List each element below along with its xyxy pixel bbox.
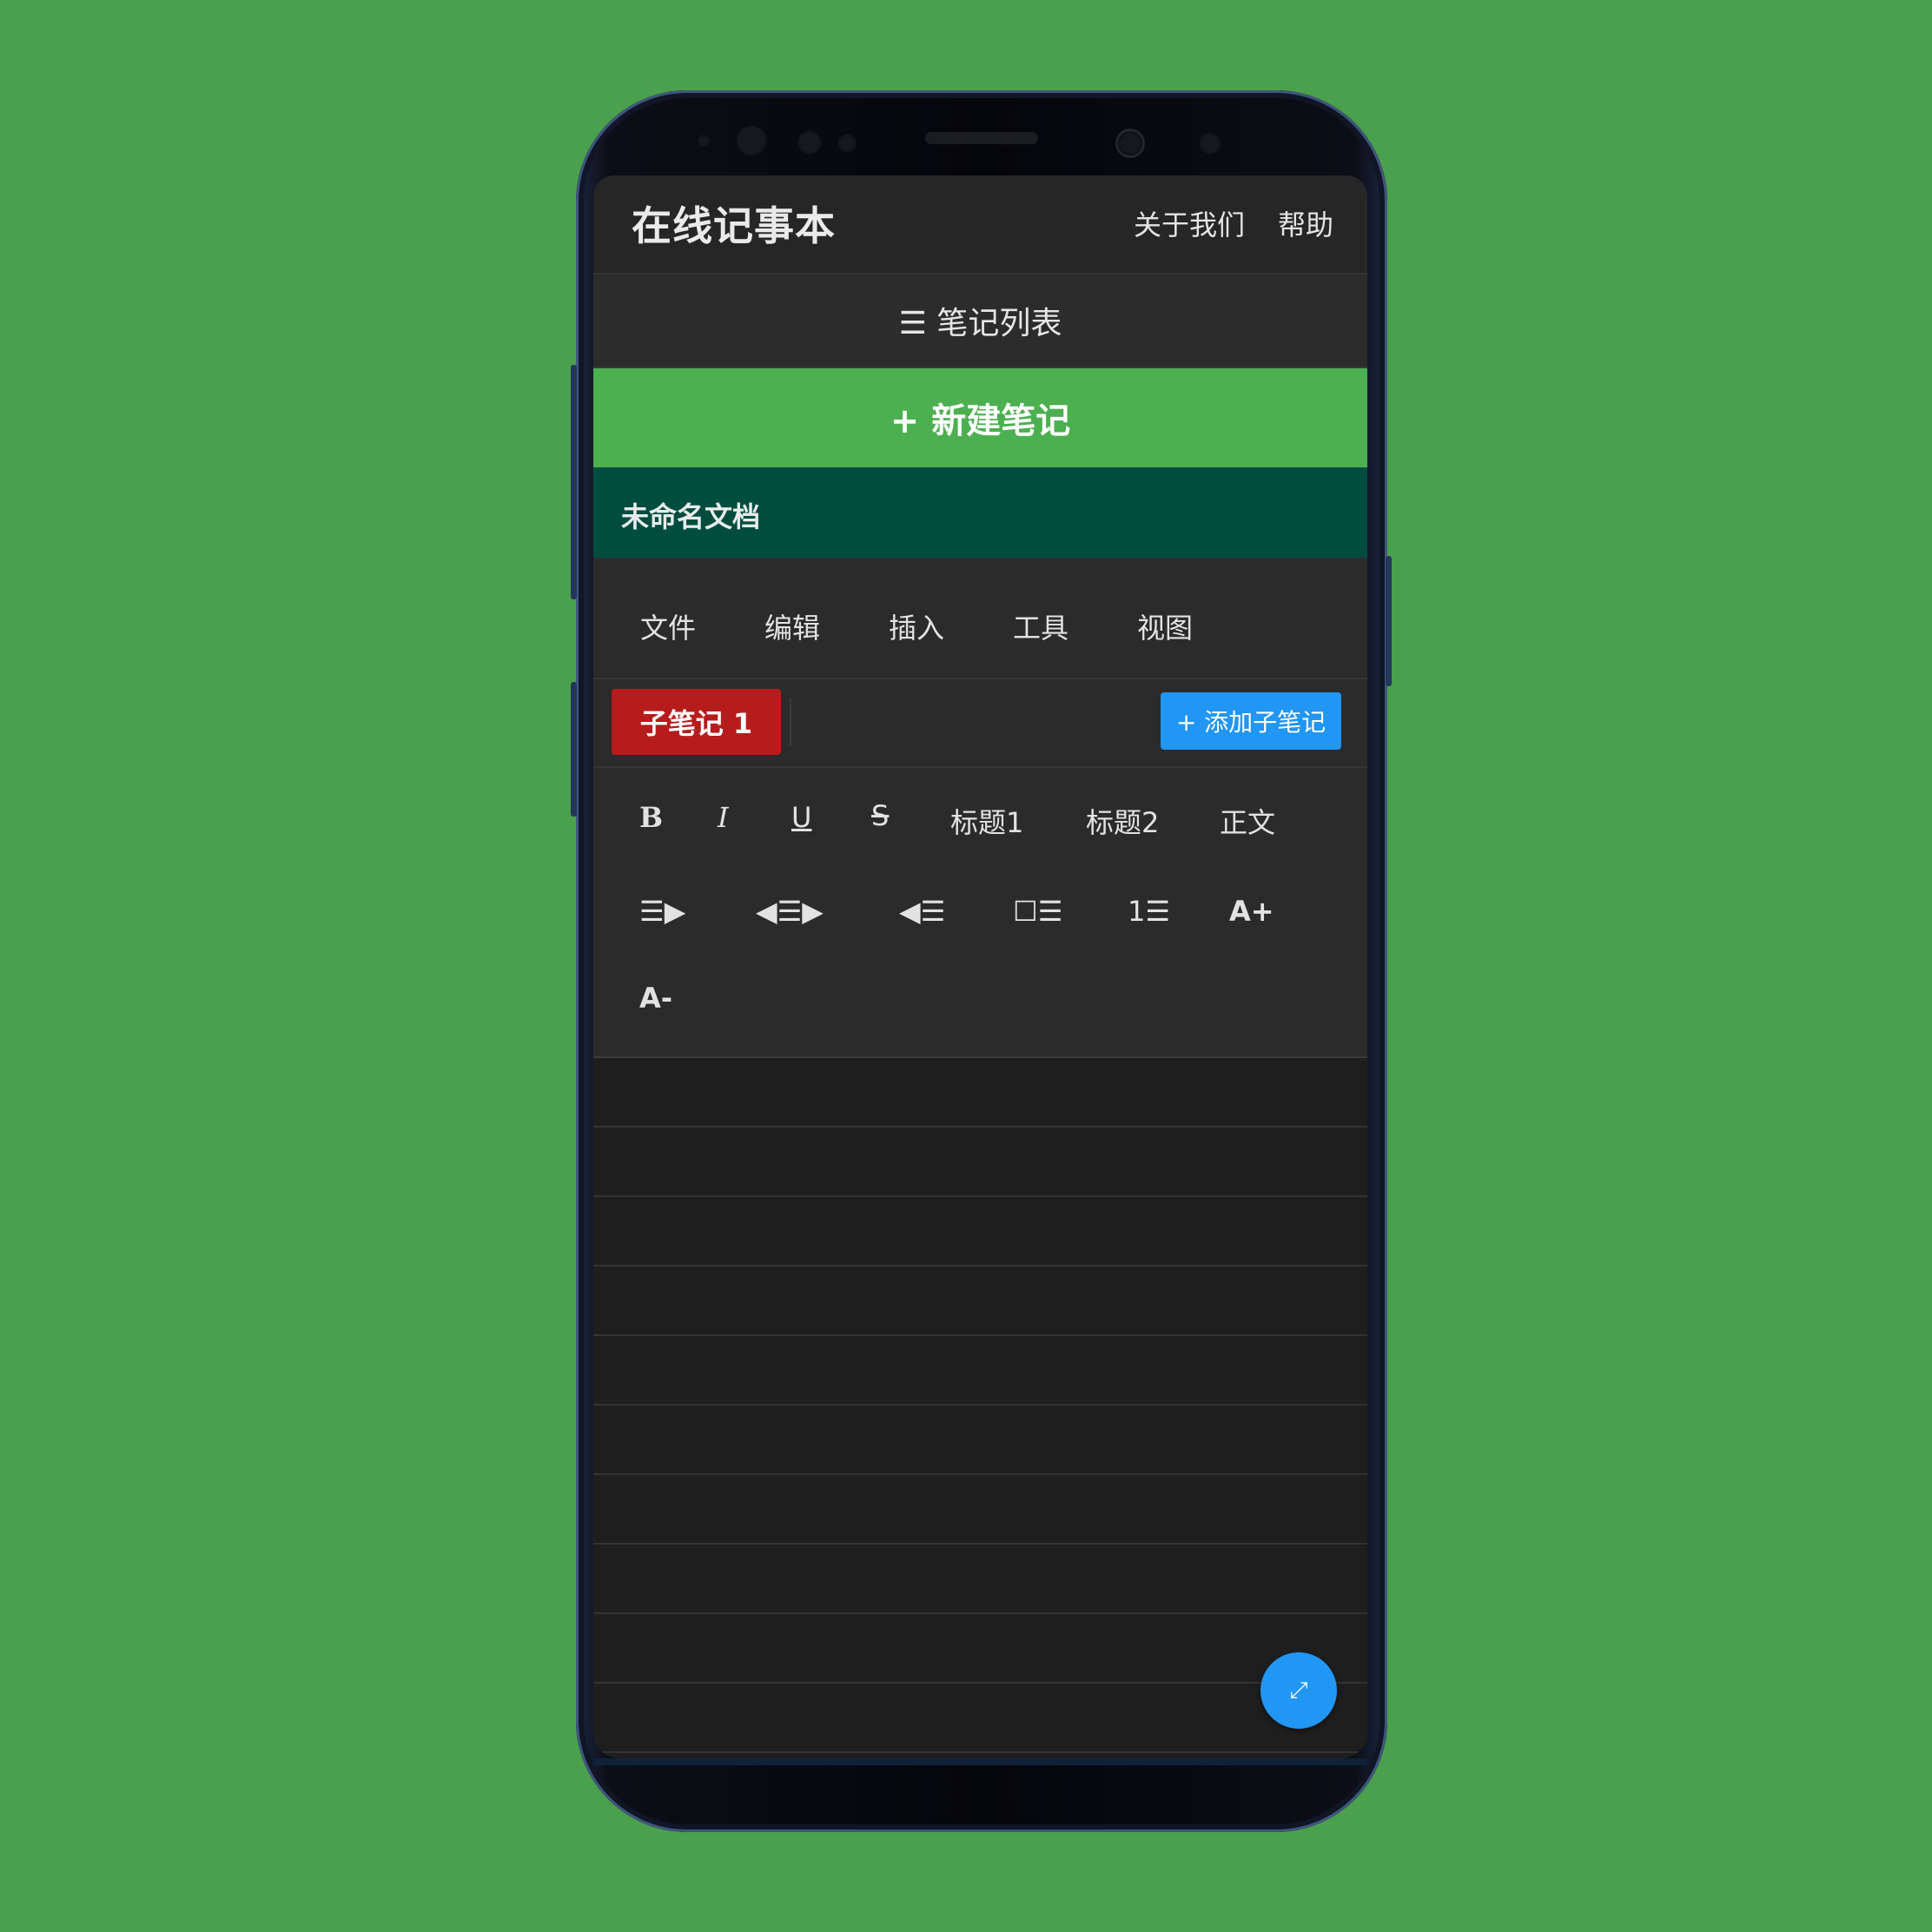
- document-title-bar[interactable]: 未命名文档: [593, 467, 1367, 558]
- align-center-icon[interactable]: ◀☰▶: [756, 895, 824, 928]
- underline-button[interactable]: U: [791, 801, 811, 834]
- align-left-icon[interactable]: ◀☰: [899, 895, 945, 928]
- earpiece-speaker: [925, 132, 1038, 144]
- checklist-icon[interactable]: ☐☰: [1013, 895, 1062, 928]
- editor-area[interactable]: [593, 1058, 1367, 1758]
- bixby-button: [571, 682, 577, 817]
- fullscreen-icon: ⤢: [1289, 1677, 1308, 1704]
- sensor-dot: [697, 134, 711, 148]
- fullscreen-button[interactable]: ⤢: [1260, 1652, 1337, 1729]
- power-button: [1386, 556, 1392, 686]
- strikethrough-button[interactable]: S: [871, 799, 889, 832]
- screen-bottom-edge: [593, 1758, 1367, 1765]
- tab-divider: [790, 698, 791, 745]
- sensor-dot: [797, 130, 822, 155]
- volume-button: [571, 365, 577, 599]
- bold-button[interactable]: B: [639, 801, 663, 834]
- nav-help-link[interactable]: 帮助: [1278, 203, 1333, 243]
- new-note-button[interactable]: + 新建笔记: [593, 368, 1367, 467]
- subnote-tabs-row: 子笔记 1 + 添加子笔记: [593, 679, 1367, 768]
- font-decrease-button[interactable]: A-: [639, 982, 672, 1015]
- font-increase-button[interactable]: A+: [1229, 895, 1274, 928]
- menu-view[interactable]: 视图: [1137, 606, 1193, 646]
- heading2-button[interactable]: 标题2: [1086, 801, 1159, 841]
- menu-bar: 文件 编辑 插入 工具 视图: [593, 558, 1367, 679]
- align-right-icon[interactable]: ☰▶: [639, 895, 685, 928]
- sensor-dot: [1199, 132, 1221, 155]
- italic-button[interactable]: I: [718, 801, 729, 834]
- subnote-tab-1[interactable]: 子笔记 1: [612, 689, 781, 755]
- app-title: 在线记事本: [632, 202, 836, 249]
- sensor-dot: [837, 134, 857, 153]
- heading1-button[interactable]: 标题1: [950, 801, 1023, 841]
- add-subnote-button[interactable]: + 添加子笔记: [1161, 692, 1341, 750]
- iris-sensor: [736, 125, 767, 156]
- menu-edit[interactable]: 编辑: [764, 606, 820, 646]
- ordered-list-icon[interactable]: 1☰: [1128, 895, 1170, 928]
- format-toolbar: B I U S 标题1 标题2 正文 ☰▶ ◀☰▶ ◀☰ ☐☰ 1☰ A+ A-: [593, 768, 1367, 1059]
- nav-about-link[interactable]: 关于我们: [1134, 203, 1245, 243]
- document-title: 未命名文档: [621, 500, 761, 533]
- menu-file[interactable]: 文件: [640, 606, 696, 646]
- app-header: 在线记事本 关于我们 帮助: [593, 175, 1367, 275]
- notes-list-toggle[interactable]: ☰ 笔记列表: [593, 275, 1367, 368]
- front-camera-icon: [1115, 129, 1145, 158]
- menu-insert[interactable]: 插入: [889, 606, 944, 646]
- menu-tools[interactable]: 工具: [1013, 606, 1069, 646]
- body-text-button[interactable]: 正文: [1220, 801, 1275, 841]
- screen: 在线记事本 关于我们 帮助 ☰ 笔记列表 + 新建笔记 未命名文档 文件 编辑 …: [593, 175, 1367, 1758]
